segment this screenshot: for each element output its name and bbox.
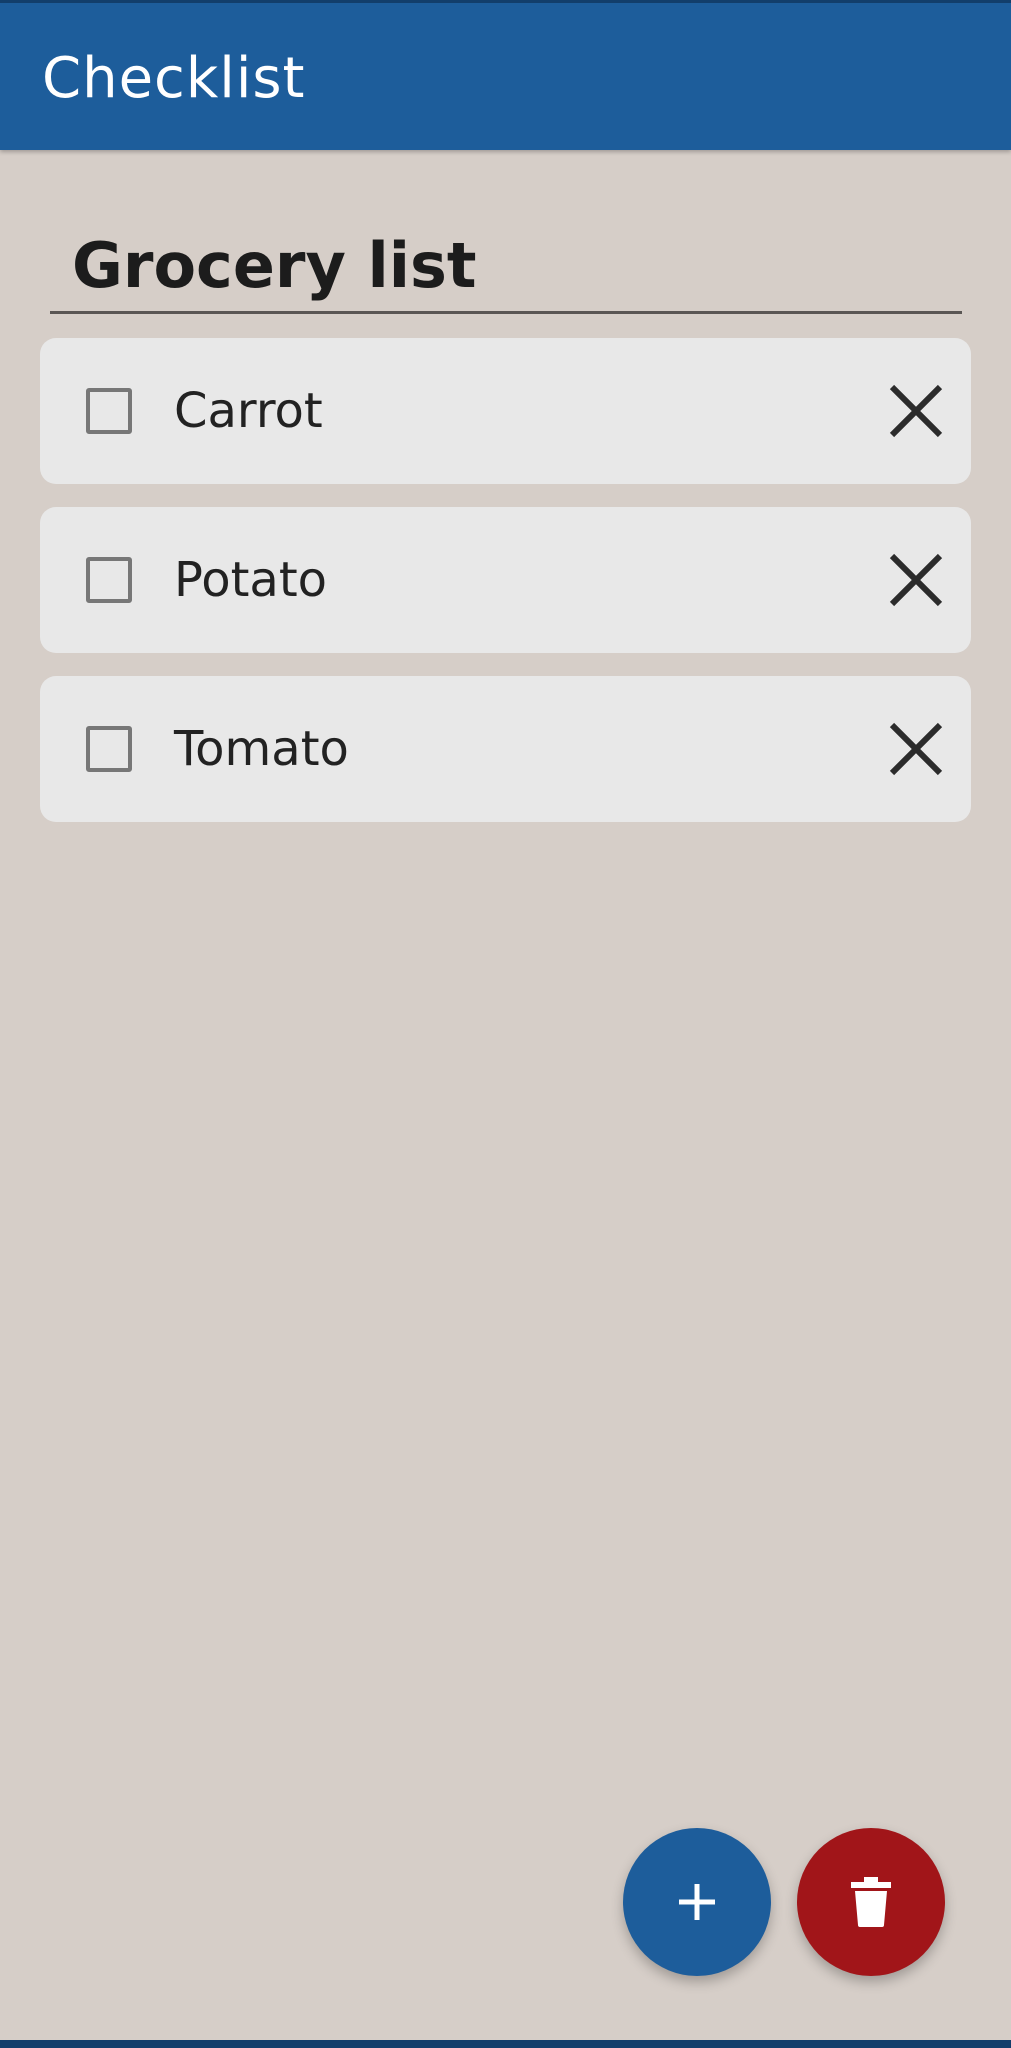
checklist-items: Carrot Potato Tomato [40,338,971,845]
item-checkbox[interactable] [86,388,132,434]
list-title[interactable]: Grocery list [72,230,476,302]
add-item-button[interactable] [623,1828,771,1976]
plus-icon [679,1884,715,1920]
close-icon[interactable] [881,545,951,615]
list-item[interactable]: Carrot [40,338,971,484]
item-label: Carrot [174,383,323,439]
list-title-field[interactable]: Grocery list [50,222,962,314]
close-icon[interactable] [881,376,951,446]
trash-icon [851,1877,891,1927]
list-item[interactable]: Tomato [40,676,971,822]
app-title: Checklist [42,46,306,111]
delete-list-button[interactable] [797,1828,945,1976]
item-checkbox[interactable] [86,557,132,603]
item-label: Tomato [174,721,349,777]
bottom-edge [0,2040,1011,2048]
item-checkbox[interactable] [86,726,132,772]
close-icon[interactable] [881,714,951,784]
list-item[interactable]: Potato [40,507,971,653]
app-bar: Checklist [0,0,1011,150]
item-label: Potato [174,552,328,608]
